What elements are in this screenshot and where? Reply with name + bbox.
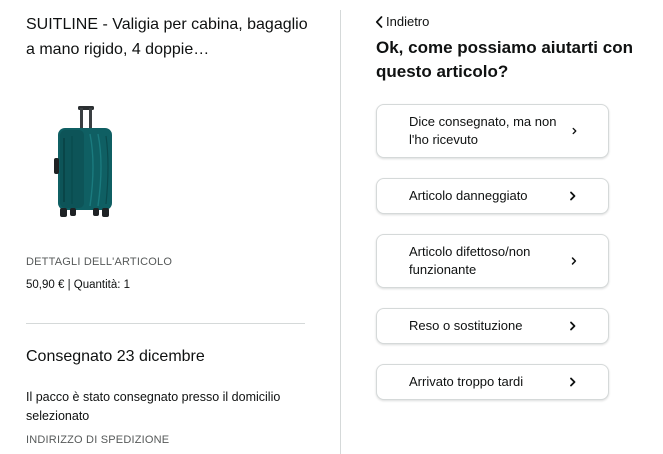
- option-arrived-late-button[interactable]: Arrivato troppo tardi: [376, 364, 609, 400]
- item-price: 50,90 €: [26, 279, 65, 291]
- chevron-left-icon: [375, 15, 383, 28]
- chevron-right-icon: [572, 127, 577, 135]
- option-label: Arrivato troppo tardi: [409, 374, 524, 389]
- option-damaged-button[interactable]: Articolo danneggiato: [376, 178, 609, 214]
- back-link[interactable]: Indietro: [375, 14, 429, 29]
- option-label: Reso o sostituzione: [409, 318, 523, 333]
- chevron-right-icon: [570, 191, 576, 201]
- item-quantity: Quantità: 1: [73, 279, 131, 291]
- option-label: Articolo difettoso/non funzionante: [409, 244, 531, 277]
- help-panel: Indietro Ok, come possiamo aiutarti con …: [341, 0, 663, 454]
- delivery-message: Il pacco è stato consegnato presso il do…: [26, 390, 281, 423]
- product-title[interactable]: SUITLINE - Valigia per cabina, bagaglio …: [26, 12, 316, 62]
- shipping-address-label: INDIRIZZO DI SPEDIZIONE: [26, 434, 170, 446]
- option-label: Dice consegnato, ma non l'ho ricevuto: [409, 114, 557, 147]
- chevron-right-icon: [570, 377, 576, 387]
- delivery-status: Consegnato 23 dicembre: [26, 348, 205, 365]
- option-return-replace-button[interactable]: Reso o sostituzione: [376, 308, 609, 344]
- price-quantity: 50,90 € | Quantità: 1: [26, 279, 130, 291]
- item-details-label: DETTAGLI DELL'ARTICOLO: [26, 256, 173, 268]
- section-divider: [26, 323, 305, 324]
- help-question-heading: Ok, come possiamo aiutarti con questo ar…: [376, 38, 633, 81]
- chevron-right-icon: [571, 257, 576, 265]
- option-not-received-button[interactable]: Dice consegnato, ma non l'ho ricevuto: [376, 104, 609, 158]
- option-label: Articolo danneggiato: [409, 188, 528, 203]
- suitcase-image[interactable]: [50, 104, 120, 222]
- back-label: Indietro: [386, 14, 430, 29]
- order-summary-panel: SUITLINE - Valigia per cabina, bagaglio …: [0, 0, 340, 454]
- option-defective-button[interactable]: Articolo difettoso/non funzionante: [376, 234, 609, 288]
- chevron-right-icon: [570, 321, 576, 331]
